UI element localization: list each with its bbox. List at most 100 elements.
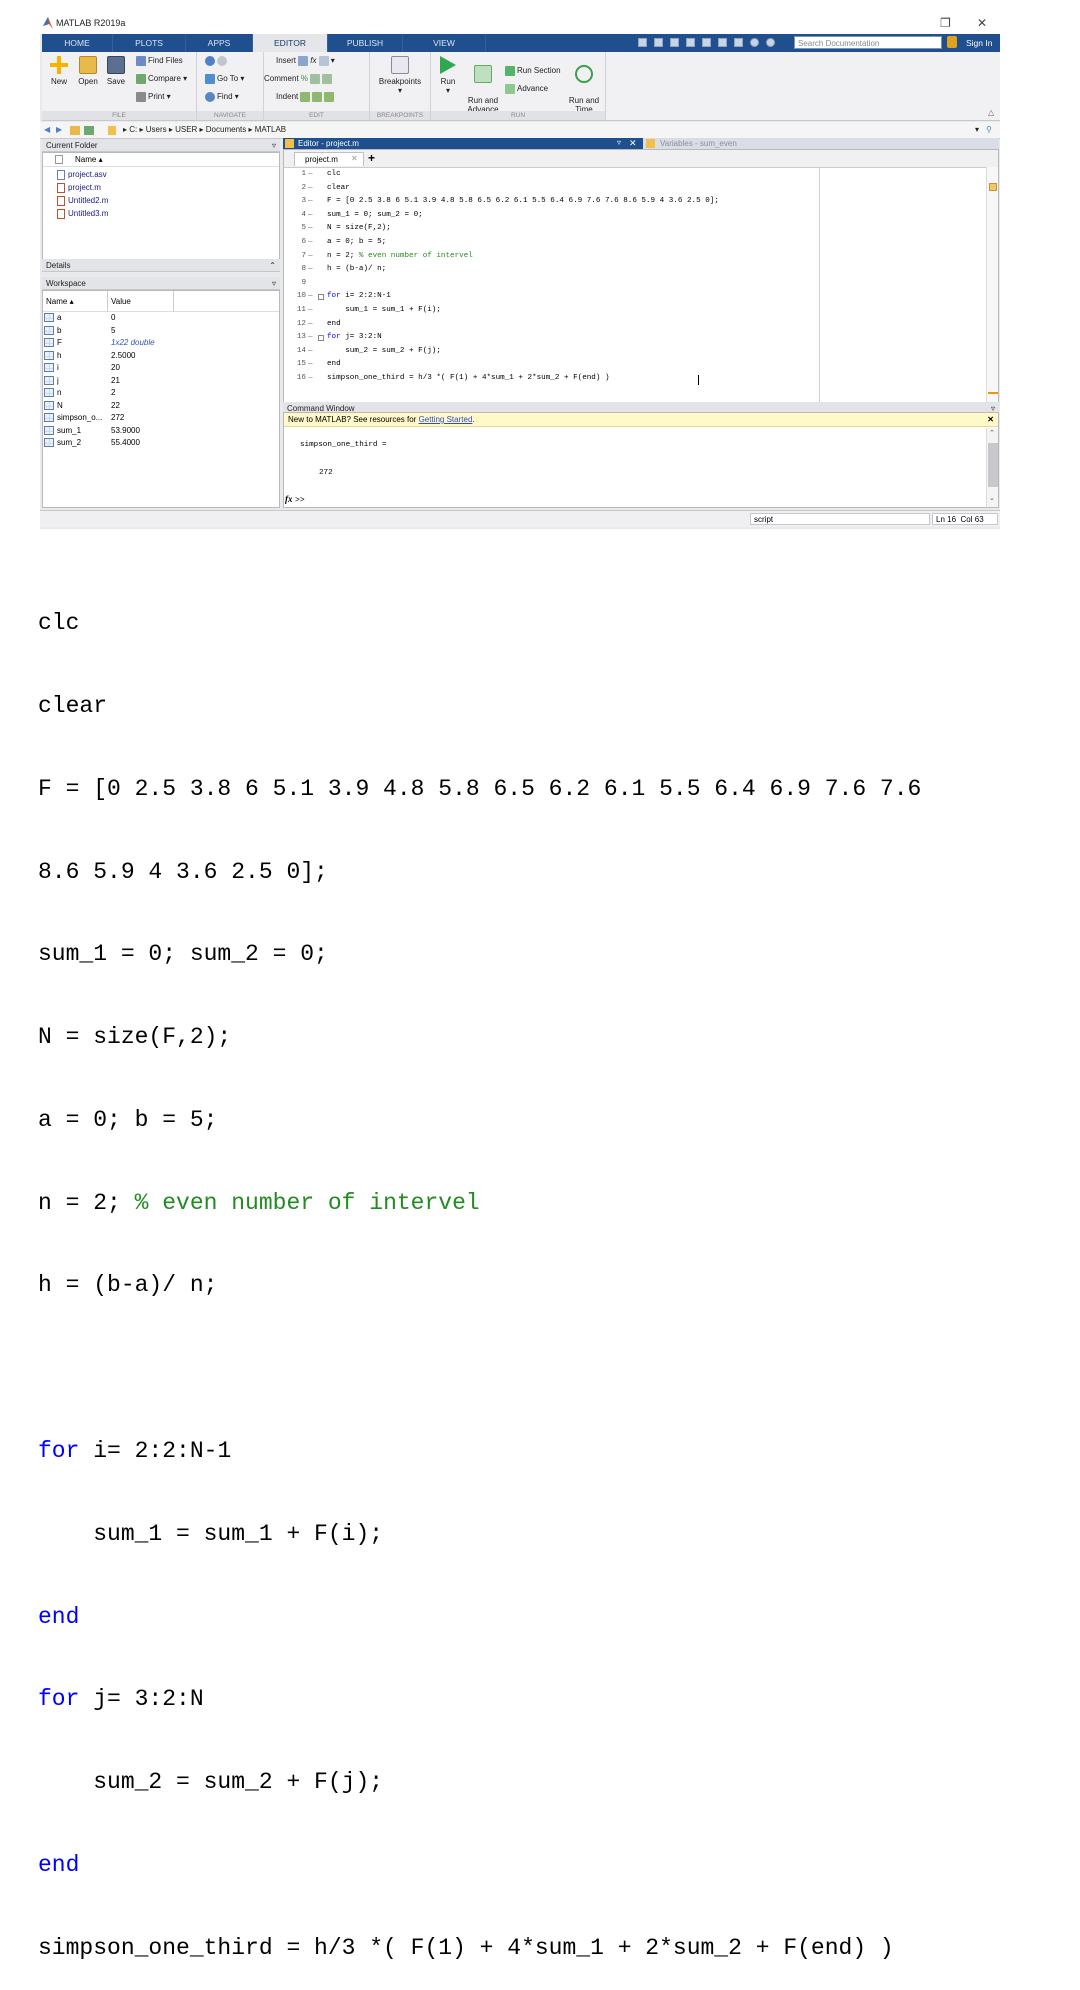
expand-details-icon[interactable]: ⌃: [269, 259, 276, 272]
list-item[interactable]: Untitled3.m: [57, 209, 108, 219]
breadcrumb-users[interactable]: Users: [146, 125, 167, 134]
run-and-time-button[interactable]: Run and Time: [565, 56, 603, 114]
table-row[interactable]: sum_2 55.4000: [43, 437, 279, 449]
tab-apps[interactable]: APPS: [186, 34, 253, 52]
table-row[interactable]: F 1x22 double: [43, 337, 279, 349]
run-and-advance-button[interactable]: Run and Advance: [463, 56, 503, 114]
breadcrumb-matlab[interactable]: MATLAB: [255, 125, 286, 134]
breadcrumb-c[interactable]: C:: [129, 125, 137, 134]
close-window-icon[interactable]: ✕: [977, 16, 987, 30]
cut-quick-icon[interactable]: [654, 38, 663, 47]
find-files-button[interactable]: Find Files: [136, 56, 183, 66]
command-window[interactable]: New to MATLAB? See resources for Getting…: [283, 412, 999, 508]
back-icon[interactable]: ◀: [44, 125, 50, 134]
close-tab-icon[interactable]: ✕: [351, 154, 358, 163]
back-arrow-icon: [205, 56, 215, 66]
scroll-thumb[interactable]: [988, 443, 998, 487]
workspace-name-column[interactable]: Name ▴: [46, 297, 74, 306]
redo-quick-icon[interactable]: [718, 38, 727, 47]
tab-plots[interactable]: PLOTS: [113, 34, 186, 52]
notification-bell-icon[interactable]: [947, 36, 957, 48]
panel-options-icon[interactable]: ▿: [272, 139, 276, 152]
tab-publish[interactable]: PUBLISH: [328, 34, 403, 52]
path-dropdown-icon[interactable]: ▾: [975, 125, 979, 134]
advance-button[interactable]: Advance: [505, 84, 548, 94]
indent-button[interactable]: Indent: [276, 92, 336, 102]
workspace-value-column[interactable]: Value: [111, 297, 131, 306]
variables-title: Variables - sum_even: [660, 139, 737, 148]
compare-button[interactable]: Compare ▾: [136, 74, 187, 84]
scroll-down-icon[interactable]: ⌄: [989, 494, 995, 502]
switch-windows-quick-icon[interactable]: [734, 38, 743, 47]
breadcrumb-documents[interactable]: Documents: [206, 125, 246, 134]
up-folder-icon[interactable]: [70, 126, 80, 135]
open-button[interactable]: Open: [76, 56, 100, 86]
warning-status-icon[interactable]: [989, 183, 997, 191]
run-button[interactable]: Run ▾: [435, 56, 461, 95]
workspace-options-icon[interactable]: ▿: [272, 277, 276, 290]
tab-view[interactable]: VIEW: [403, 34, 486, 52]
comment-button[interactable]: Comment %: [264, 74, 334, 84]
table-row[interactable]: sum_1 53.9000: [43, 425, 279, 437]
list-item[interactable]: Untitled2.m: [57, 196, 108, 206]
browse-folder-icon[interactable]: [84, 126, 94, 135]
save-quick-icon[interactable]: [638, 38, 647, 47]
fold-icon[interactable]: [318, 335, 324, 342]
warning-marker[interactable]: [988, 392, 998, 394]
list-item[interactable]: project.asv: [57, 170, 107, 180]
table-row[interactable]: N 22: [43, 400, 279, 412]
scroll-up-icon[interactable]: ⌃: [989, 429, 995, 437]
search-icon[interactable]: ⚲: [930, 36, 937, 47]
collapse-toolstrip-icon[interactable]: △: [988, 108, 994, 117]
save-button[interactable]: Save: [104, 56, 128, 86]
code-editor[interactable]: project.m ✕ + 1— clc 2— clear 3— F = [0 2.5…: [283, 149, 999, 403]
tab-home[interactable]: HOME: [42, 34, 113, 52]
community-quick-icon[interactable]: [766, 38, 775, 47]
table-row[interactable]: h 2.5000: [43, 350, 279, 362]
paste-quick-icon[interactable]: [686, 38, 695, 47]
table-row[interactable]: j 21: [43, 375, 279, 387]
fold-icon[interactable]: [318, 294, 324, 301]
command-prompt[interactable]: fx >>: [285, 494, 305, 505]
copy-quick-icon[interactable]: [670, 38, 679, 47]
table-row[interactable]: i 20: [43, 362, 279, 374]
find-files-label: Find Files: [148, 56, 183, 66]
print-button[interactable]: Print ▾: [136, 92, 171, 102]
undo-quick-icon[interactable]: [702, 38, 711, 47]
restore-window-icon[interactable]: ❐: [940, 16, 951, 30]
run-section-button[interactable]: Run Section: [505, 66, 561, 76]
new-tab-icon[interactable]: +: [368, 151, 375, 165]
edit-section-label: EDIT: [264, 111, 369, 120]
search-folder-icon[interactable]: ⚲: [986, 125, 992, 134]
run-label: Run: [440, 77, 456, 86]
search-documentation-input[interactable]: Search Documentation: [794, 36, 942, 49]
find-button[interactable]: Find ▾: [205, 92, 239, 102]
tab-editor[interactable]: EDITOR: [253, 34, 328, 53]
ribbon-tab-bar: HOME PLOTS APPS EDITOR PUBLISH VIEW Sear…: [42, 34, 1000, 53]
go-to-button[interactable]: Go To ▾: [205, 74, 244, 84]
workspace-panel: Name ▴ Value a0 b5 F 1x22 double h 2.5000 …: [42, 290, 280, 508]
close-notice-icon[interactable]: ✕: [987, 413, 994, 427]
editor-options-icon[interactable]: ▿: [617, 138, 621, 147]
breadcrumb-user[interactable]: USER: [175, 125, 197, 134]
breakpoints-button[interactable]: Breakpoints ▾: [374, 56, 426, 95]
file-tab-project[interactable]: project.m ✕: [294, 152, 364, 166]
sign-in-link[interactable]: Sign In: [966, 34, 992, 52]
table-row[interactable]: b5: [43, 325, 279, 337]
command-window-scrollbar[interactable]: ⌃ ⌄: [986, 428, 998, 507]
details-header[interactable]: Details ⌃: [42, 259, 280, 272]
forward-icon[interactable]: ▶: [56, 125, 62, 134]
name-column-header[interactable]: Name ▴: [75, 155, 103, 164]
back-forward-buttons[interactable]: [205, 56, 229, 66]
close-editor-icon[interactable]: ✕: [629, 138, 637, 149]
table-row[interactable]: n2: [43, 387, 279, 399]
wrap-comments-icon: [322, 74, 333, 84]
getting-started-link[interactable]: Getting Started: [419, 415, 473, 424]
table-row[interactable]: simpson_o... 272: [43, 412, 279, 424]
insert-button[interactable]: Insert fx ▾: [276, 56, 335, 66]
list-item[interactable]: project.m: [57, 183, 101, 193]
help-quick-icon[interactable]: [750, 38, 759, 47]
new-button[interactable]: New: [48, 56, 70, 86]
table-row[interactable]: a0: [43, 312, 279, 324]
